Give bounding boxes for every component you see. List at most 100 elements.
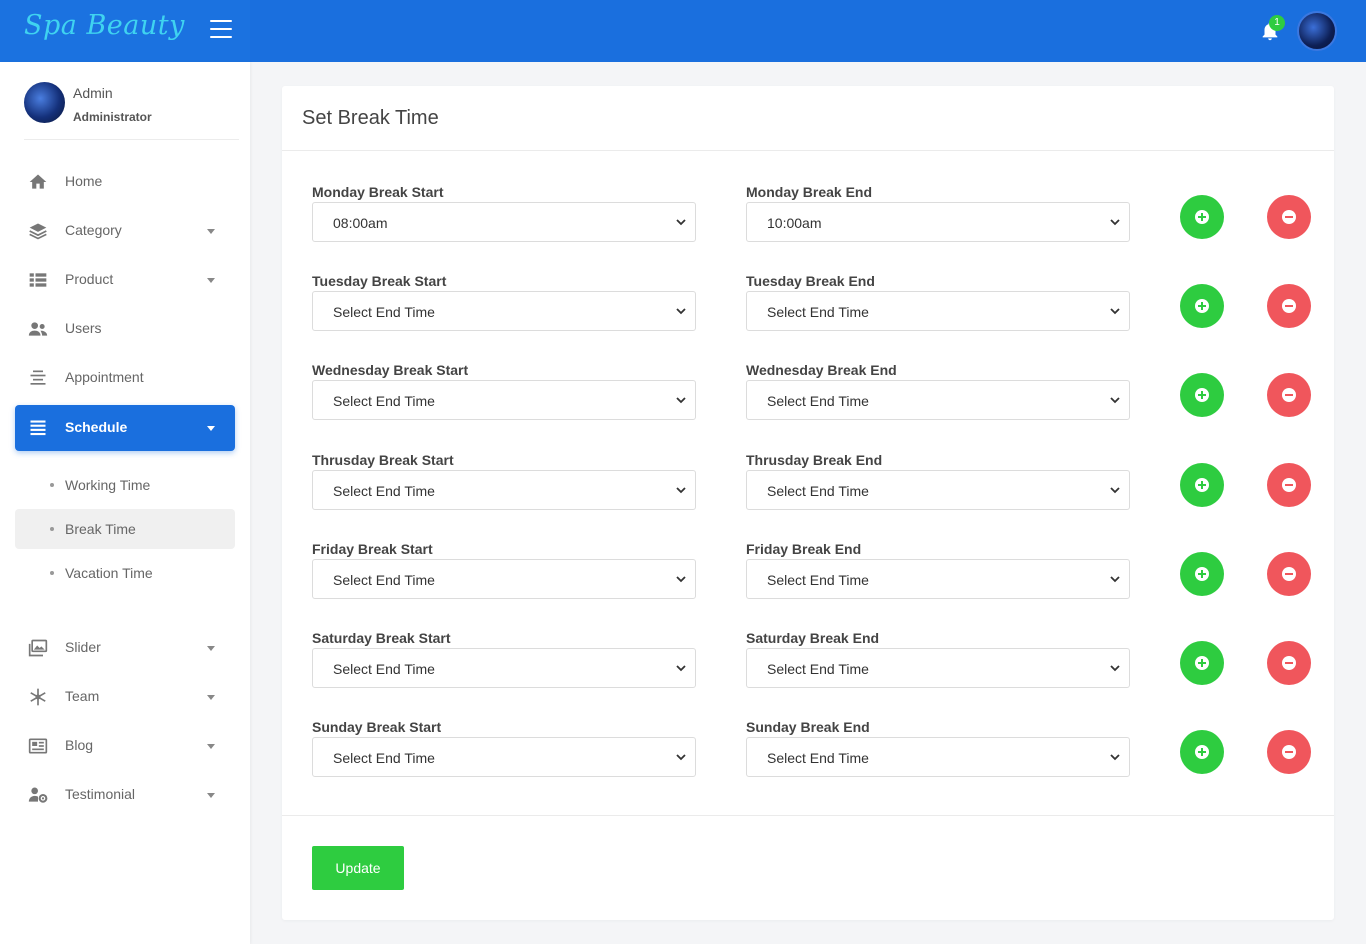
caret-down-icon [207,793,215,798]
break-start-label: Monday Break Start [312,184,444,200]
select-value: Select End Time [333,572,435,588]
minus-circle-icon [1282,210,1296,224]
sidebar-subitem-label: Vacation Time [65,565,153,581]
bullet-icon [50,571,54,575]
break-start-select[interactable]: Select End Time [312,380,696,420]
remove-break-button[interactable] [1267,641,1311,685]
break-start-select[interactable]: 08:00am [312,202,696,242]
plus-circle-icon [1195,656,1209,670]
snowflake-icon [30,688,46,706]
sidebar-item-slider[interactable]: Slider [15,625,235,671]
sidebar-item-label: Schedule [65,419,128,435]
users-cog-icon [28,787,48,803]
break-time-row: Saturday Break Start Select End Time Satur… [282,630,1334,719]
sidebar-item-category[interactable]: Category [15,208,235,254]
break-end-select[interactable]: Select End Time [746,380,1130,420]
remove-break-button[interactable] [1267,730,1311,774]
break-end-select[interactable]: Select End Time [746,470,1130,510]
break-end-label: Monday Break End [746,184,873,200]
break-end-select[interactable]: Select End Time [746,648,1130,688]
sidebar-subitem-working-time[interactable]: Working Time [15,465,235,505]
plus-circle-icon [1195,745,1209,759]
break-start-select[interactable]: Select End Time [312,737,696,777]
add-break-button[interactable] [1180,641,1224,685]
remove-break-button[interactable] [1267,195,1311,239]
break-start-select[interactable]: Select End Time [312,648,696,688]
add-break-button[interactable] [1180,373,1224,417]
minus-circle-icon [1282,299,1296,313]
update-button[interactable]: Update [312,846,404,890]
sidebar-item-label: Appointment [65,369,144,385]
break-end-label: Tuesday Break End [746,273,875,289]
home-icon [29,174,47,189]
layers-icon [29,223,47,240]
break-end-select[interactable]: Select End Time [746,291,1130,331]
break-end-select[interactable]: Select End Time [746,559,1130,599]
sidebar-item-schedule[interactable]: Schedule [15,405,235,451]
brand-logo[interactable]: Spa Beauty [24,10,185,41]
break-start-label: Tuesday Break Start [312,273,447,289]
plus-circle-icon [1195,299,1209,313]
break-end-select[interactable]: Select End Time [746,737,1130,777]
break-time-card: Set Break Time Monday Break Start 08:00am… [282,86,1334,920]
add-break-button[interactable] [1180,552,1224,596]
plus-circle-icon [1195,388,1209,402]
sidebar-item-product[interactable]: Product [15,257,235,303]
add-break-button[interactable] [1180,195,1224,239]
break-start-select[interactable]: Select End Time [312,470,696,510]
sidebar-item-label: Team [65,688,100,704]
sidebar-item-blog[interactable]: Blog [15,723,235,769]
add-break-button[interactable] [1180,463,1224,507]
add-break-button[interactable] [1180,730,1224,774]
caret-down-icon [207,646,215,651]
add-break-button[interactable] [1180,284,1224,328]
sidebar-item-appointment[interactable]: Appointment [15,355,235,401]
break-start-select[interactable]: Select End Time [312,291,696,331]
break-end-label: Sunday Break End [746,719,870,735]
select-value: Select End Time [333,393,435,409]
break-start-label: Saturday Break Start [312,630,451,646]
menu-toggle-icon[interactable] [210,20,232,40]
profile-role: Administrator [73,110,152,124]
break-time-row: Wednesday Break Start Select End Time Wedn… [282,362,1334,451]
sidebar-subitem-vacation-time[interactable]: Vacation Time [15,553,235,593]
break-end-label: Friday Break End [746,541,862,557]
select-value: 10:00am [767,215,822,231]
break-start-label: Wednesday Break Start [312,362,469,378]
align-center-icon [30,370,46,385]
sidebar-item-label: Slider [65,639,101,655]
remove-break-button[interactable] [1267,552,1311,596]
sidebar-item-testimonial[interactable]: Testimonial [15,772,235,818]
select-value: Select End Time [333,304,435,320]
top-navbar: Spa Beauty 1 [0,0,1366,62]
break-end-select[interactable]: 10:00am [746,202,1130,242]
plus-circle-icon [1195,567,1209,581]
sidebar-subitem-break-time[interactable]: Break Time [15,509,235,549]
sidebar-item-users[interactable]: Users [15,306,235,352]
sidebar-profile: Admin Administrator [24,82,239,140]
page-title: Set Break Time [302,107,439,129]
select-value: Select End Time [767,750,869,766]
sidebar: Admin Administrator Home Category Produc… [0,62,250,944]
minus-circle-icon [1282,745,1296,759]
users-icon [28,322,48,336]
break-start-label: Sunday Break Start [312,719,442,735]
caret-down-icon [207,229,215,234]
break-time-row: Thrusday Break Start Select End Time Thrus… [282,452,1334,541]
sidebar-item-team[interactable]: Team [15,674,235,720]
remove-break-button[interactable] [1267,373,1311,417]
plus-circle-icon [1195,210,1209,224]
sidebar-item-label: Product [65,271,114,287]
images-icon [28,639,48,657]
select-value: Select End Time [333,750,435,766]
select-value: Select End Time [333,483,435,499]
user-avatar[interactable] [1297,11,1337,51]
caret-down-icon [207,278,215,283]
break-end-label: Saturday Break End [746,630,880,646]
remove-break-button[interactable] [1267,284,1311,328]
minus-circle-icon [1282,656,1296,670]
break-start-select[interactable]: Select End Time [312,559,696,599]
sidebar-item-home[interactable]: Home [15,159,235,205]
select-value: Select End Time [767,572,869,588]
remove-break-button[interactable] [1267,463,1311,507]
